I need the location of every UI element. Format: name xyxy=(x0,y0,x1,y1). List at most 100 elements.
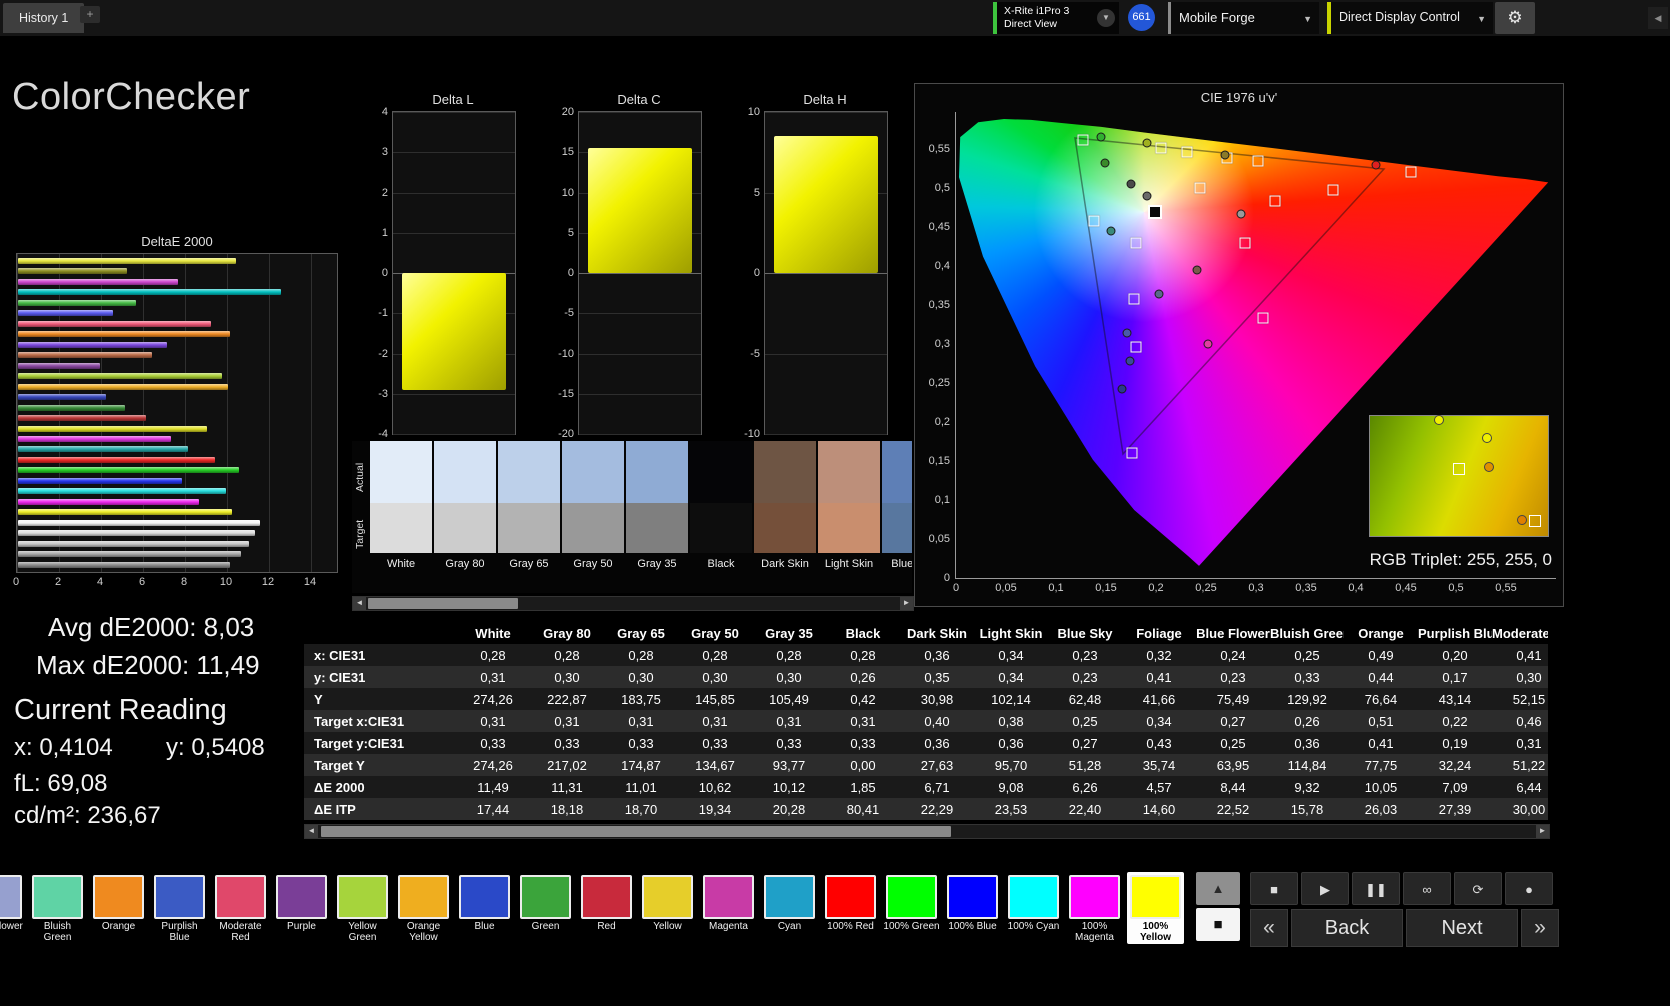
pattern-source-selector[interactable]: Mobile Forge ▼ xyxy=(1168,2,1319,34)
swatch-column-black[interactable]: Black xyxy=(690,441,752,578)
target-swatch xyxy=(562,503,624,553)
back-chevrons-icon[interactable]: « xyxy=(1250,909,1288,947)
patch-button-purplish-blue[interactable]: Purplish Blue xyxy=(151,872,208,944)
table-cell: 10,05 xyxy=(1364,779,1398,795)
swatch-column-gray-50[interactable]: Gray 50 xyxy=(562,441,624,578)
patch-button-100-green[interactable]: 100% Green xyxy=(883,872,940,944)
table-cell: 51,22 xyxy=(1512,757,1546,773)
patch-button-magenta[interactable]: Magenta xyxy=(700,872,757,944)
chevron-down-icon[interactable]: ▼ xyxy=(1303,14,1312,24)
table-cell: 27,39 xyxy=(1438,801,1472,817)
table-cell: 6,44 xyxy=(1516,779,1542,795)
scroll-left-icon[interactable]: ◄ xyxy=(353,597,366,610)
scroll-right-icon[interactable]: ► xyxy=(1536,825,1549,838)
swatch-column-dark-skin[interactable]: Dark Skin xyxy=(754,441,816,578)
swatch-column-gray-35[interactable]: Gray 35 xyxy=(626,441,688,578)
swatch-scrollbar[interactable]: ◄ ► xyxy=(352,596,914,611)
table-scrollbar[interactable]: ◄ ► xyxy=(304,824,1550,839)
pattern-window-icon[interactable]: ■ xyxy=(1196,908,1240,941)
refresh-button[interactable]: ⟳ xyxy=(1454,872,1502,905)
row-label: Target x:CIE31 xyxy=(314,713,405,729)
patch-button-100-magenta[interactable]: 100% Magenta xyxy=(1066,872,1123,944)
chevron-down-icon[interactable]: ▼ xyxy=(1477,14,1486,24)
patch-button-cyan[interactable]: Cyan xyxy=(761,872,818,944)
swatch-column-blue-sky[interactable]: Blue Sky xyxy=(882,441,912,578)
patch-button-red[interactable]: Red xyxy=(578,872,635,944)
patch-button-purple[interactable]: Purple xyxy=(273,872,330,944)
chevron-down-icon[interactable]: ▼ xyxy=(1097,9,1115,27)
scrollbar-thumb[interactable] xyxy=(368,598,518,609)
delta-e-bar xyxy=(18,278,178,285)
stop-button[interactable]: ■ xyxy=(1250,872,1298,905)
current-reading-heading: Current Reading xyxy=(14,694,227,726)
next-chevrons-icon[interactable]: » xyxy=(1521,909,1559,947)
target-swatch xyxy=(498,503,560,553)
patch-button-orange[interactable]: Orange xyxy=(90,872,147,944)
collapse-panel-icon[interactable]: ◀ xyxy=(1648,7,1668,29)
table-cell: 7,09 xyxy=(1442,779,1468,795)
table-cell: 0,33 xyxy=(628,735,654,751)
record-button[interactable]: ● xyxy=(1505,872,1553,905)
history-tab[interactable]: History 1 xyxy=(3,3,85,33)
table-cell: 11,49 xyxy=(477,779,509,795)
patch-button-100-blue[interactable]: 100% Blue xyxy=(944,872,1001,944)
table-cell: 0,19 xyxy=(1442,735,1468,751)
patch-swatch xyxy=(398,875,449,919)
patch-button-orange-yellow[interactable]: Orange Yellow xyxy=(395,872,452,944)
gear-icon[interactable]: ⚙ xyxy=(1495,2,1535,34)
patch-button-yellow-green[interactable]: Yellow Green xyxy=(334,872,391,944)
play-button[interactable]: ▶ xyxy=(1301,872,1349,905)
patch-button-100-cyan[interactable]: 100% Cyan xyxy=(1005,872,1062,944)
patch-button-blue[interactable]: Blue xyxy=(456,872,513,944)
patch-button-bluish-green[interactable]: Bluish Green xyxy=(29,872,86,944)
target-swatch xyxy=(882,503,912,553)
patch-button-100-red[interactable]: 100% Red xyxy=(822,872,879,944)
scroll-right-icon[interactable]: ► xyxy=(900,597,913,610)
target-marker xyxy=(1128,293,1140,305)
patch-button-100-yellow[interactable]: 100% Yellow xyxy=(1127,872,1184,944)
loop-button[interactable]: ∞ xyxy=(1403,872,1451,905)
patch-button-yellow[interactable]: Yellow xyxy=(639,872,696,944)
gridline xyxy=(765,434,887,435)
swatch-column-gray-65[interactable]: Gray 65 xyxy=(498,441,560,578)
table-cell: 6,26 xyxy=(1072,779,1098,795)
display-control-label: Direct Display Control xyxy=(1339,10,1460,24)
axis-tick-label: 0,4 xyxy=(934,260,950,272)
table-header-row: White Gray 80 Gray 65 Gray 50 Gray 35 Black Da… xyxy=(304,622,1548,644)
up-arrow-icon[interactable]: ▲ xyxy=(1196,872,1240,905)
display-control-selector[interactable]: Direct Display Control ▼ xyxy=(1327,2,1493,34)
patch-swatch xyxy=(276,875,327,919)
actual-swatch xyxy=(370,441,432,503)
meter-count-badge[interactable]: 661 xyxy=(1128,4,1155,31)
swatch-column-white[interactable]: White xyxy=(370,441,432,578)
measured-point xyxy=(1236,209,1246,219)
pause-button[interactable]: ❚❚ xyxy=(1352,872,1400,905)
axis-tick-label: 10 xyxy=(561,186,574,199)
patch-button-blue-flower[interactable]: Blue Flower xyxy=(0,872,25,944)
row-label: ΔE ITP xyxy=(314,801,356,817)
patch-button-strip: Blue Flower Bluish Green Orange Purplish Bl… xyxy=(0,872,1188,944)
scroll-left-icon[interactable]: ◄ xyxy=(305,825,318,838)
patch-label: 100% Green xyxy=(883,921,940,932)
table-cell: 0,24 xyxy=(1220,647,1246,663)
delta-e-bar xyxy=(18,498,199,505)
delta-e-bar xyxy=(18,488,226,495)
meter-selector[interactable]: X-Rite i1Pro 3 Direct View ▼ xyxy=(993,2,1119,34)
actual-swatch xyxy=(562,441,624,503)
patch-button-green[interactable]: Green xyxy=(517,872,574,944)
next-button[interactable]: Next xyxy=(1406,909,1518,947)
table-cell: 0,33 xyxy=(850,735,876,751)
patch-button-moderate-red[interactable]: Moderate Red xyxy=(212,872,269,944)
gridline xyxy=(393,434,515,435)
scrollbar-thumb[interactable] xyxy=(321,826,951,837)
back-button[interactable]: Back xyxy=(1291,909,1403,947)
delta-e-bar xyxy=(18,362,100,369)
target-marker xyxy=(1327,184,1339,196)
actual-swatch xyxy=(882,441,912,503)
add-tab-button[interactable]: + xyxy=(80,6,100,23)
swatch-column-gray-80[interactable]: Gray 80 xyxy=(434,441,496,578)
table-cell: 114,84 xyxy=(1287,757,1327,773)
swatch-label: Gray 50 xyxy=(573,558,613,570)
swatch-column-light-skin[interactable]: Light Skin xyxy=(818,441,880,578)
table-cell: 134,67 xyxy=(695,757,735,773)
